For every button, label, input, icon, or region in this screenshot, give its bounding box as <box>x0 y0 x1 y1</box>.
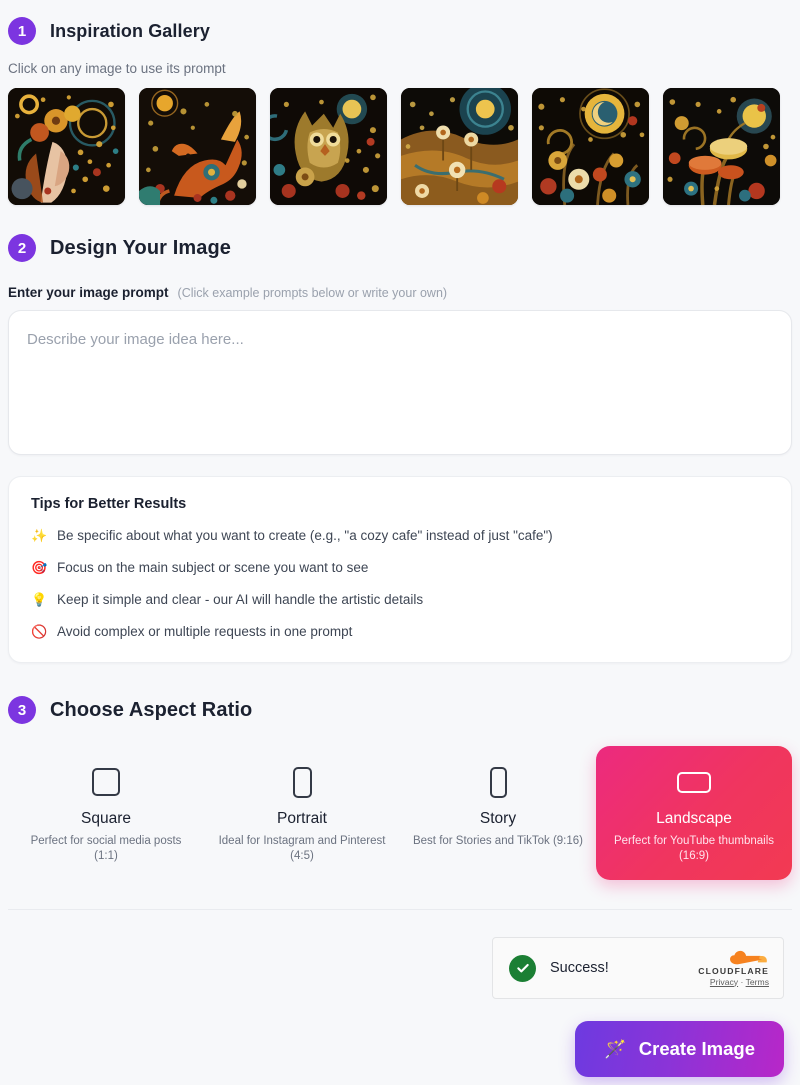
gallery-grid <box>8 88 792 205</box>
prompt-input[interactable]: Describe your image idea here... <box>8 310 792 455</box>
cta-wrap: 🪄 Create Image <box>8 1021 792 1077</box>
design-image-section: 2 Design Your Image Enter your image pro… <box>8 205 792 663</box>
turnstile-wrap: Success! CLOUDFLARE Privacy · Terms <box>8 937 792 999</box>
prompt-label: Enter your image prompt <box>8 285 169 300</box>
aspect-ratio-section: 3 Choose Aspect Ratio Square Perfect for… <box>8 663 792 880</box>
ratio-name: Square <box>81 810 131 827</box>
portrait-icon <box>214 764 390 800</box>
ratio-option-story[interactable]: Story Best for Stories and TikTok (9:16) <box>400 746 596 880</box>
step-3-badge: 3 <box>8 696 36 724</box>
turnstile-status: Success! <box>550 960 609 976</box>
create-image-label: Create Image <box>638 1038 755 1059</box>
gallery-item-4[interactable] <box>532 88 649 205</box>
cloudflare-turnstile-widget[interactable]: Success! CLOUDFLARE Privacy · Terms <box>492 937 784 999</box>
landscape-icon <box>606 764 782 800</box>
tips-card: Tips for Better Results ✨ Be specific ab… <box>8 476 792 663</box>
ratio-heading: 3 Choose Aspect Ratio <box>8 696 792 724</box>
magic-wand-icon: 🪄 <box>604 1038 627 1059</box>
cloudflare-brand: CLOUDFLARE Privacy · Terms <box>698 950 769 987</box>
ratio-name: Portrait <box>277 810 327 827</box>
gallery-heading: 1 Inspiration Gallery <box>8 17 792 45</box>
aspect-ratio-options: Square Perfect for social media posts (1… <box>8 746 792 880</box>
cloudflare-wordmark: CLOUDFLARE <box>698 965 769 976</box>
tip-text: Avoid complex or multiple requests in on… <box>57 624 353 639</box>
terms-link[interactable]: Terms <box>746 977 769 987</box>
tip-item: 💡 Keep it simple and clear - our AI will… <box>31 591 769 608</box>
target-icon: 🎯 <box>31 560 48 575</box>
turnstile-links: Privacy · Terms <box>698 977 769 987</box>
tip-text: Keep it simple and clear - our AI will h… <box>57 592 424 607</box>
step-1-badge: 1 <box>8 17 36 45</box>
tip-text: Be specific about what you want to creat… <box>57 528 553 543</box>
privacy-link[interactable]: Privacy <box>710 977 738 987</box>
ratio-option-portrait[interactable]: Portrait Ideal for Instagram and Pintere… <box>204 746 400 880</box>
design-title: Design Your Image <box>50 236 232 259</box>
tip-item: ✨ Be specific about what you want to cre… <box>31 527 769 544</box>
ratio-desc: Ideal for Instagram and Pinterest (4:5) <box>218 835 386 862</box>
link-separator: · <box>740 976 744 987</box>
create-image-button[interactable]: 🪄 Create Image <box>575 1021 784 1077</box>
prohibited-icon: 🚫 <box>31 624 48 639</box>
ratio-title: Choose Aspect Ratio <box>50 698 253 721</box>
page-title: Inspiration Gallery <box>50 20 210 41</box>
prompt-hint: (Click example prompts below or write yo… <box>177 286 448 300</box>
gallery-hint: Click on any image to use its prompt <box>8 61 226 76</box>
success-check-icon <box>509 954 536 982</box>
gallery-item-1[interactable] <box>139 88 256 205</box>
design-heading: 2 Design Your Image <box>8 234 792 262</box>
ratio-name: Story <box>479 810 517 827</box>
ratio-name: Landscape <box>656 810 732 827</box>
ratio-desc: Best for Stories and TikTok (9:16) <box>412 835 584 847</box>
lightbulb-icon: 💡 <box>31 592 48 607</box>
gallery-item-3[interactable] <box>401 88 518 205</box>
step-2-badge: 2 <box>8 234 36 262</box>
image-generator-page: 1 Inspiration Gallery Click on any image… <box>0 0 800 1085</box>
ratio-option-landscape[interactable]: Landscape Perfect for YouTube thumbnails… <box>596 746 792 880</box>
gallery-item-2[interactable] <box>270 88 387 205</box>
ratio-option-square[interactable]: Square Perfect for social media posts (1… <box>8 746 204 880</box>
gallery-item-0[interactable] <box>8 88 125 205</box>
sparkles-icon: ✨ <box>31 528 48 543</box>
prompt-label-row: Enter your image prompt (Click example p… <box>8 285 792 300</box>
gallery-item-5[interactable] <box>663 88 780 205</box>
story-icon <box>410 764 586 800</box>
square-icon <box>18 764 194 800</box>
tip-item: 🚫 Avoid complex or multiple requests in … <box>31 623 769 640</box>
ratio-desc: Perfect for YouTube thumbnails (16:9) <box>613 835 775 862</box>
tips-title: Tips for Better Results <box>31 496 187 512</box>
cloudflare-cloud-icon <box>730 950 767 964</box>
tip-text: Focus on the main subject or scene you w… <box>57 560 369 575</box>
inspiration-gallery-section: 1 Inspiration Gallery Click on any image… <box>8 0 792 205</box>
ratio-desc: Perfect for social media posts (1:1) <box>30 835 182 862</box>
tip-item: 🎯 Focus on the main subject or scene you… <box>31 559 769 576</box>
section-divider <box>8 909 792 910</box>
